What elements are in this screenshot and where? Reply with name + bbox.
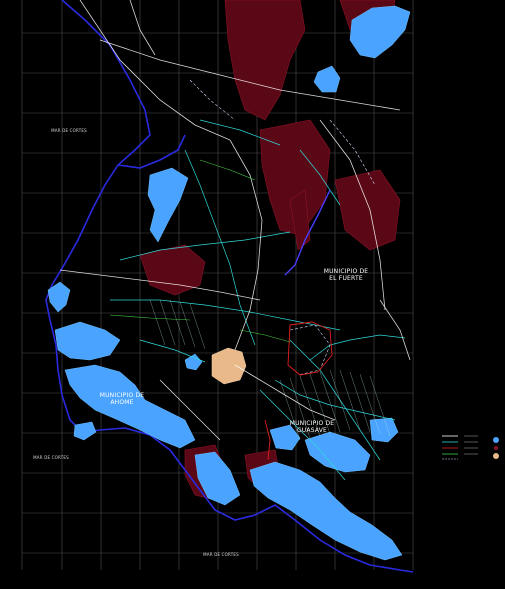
- label-south: MAR DE CORTES: [203, 552, 239, 557]
- legend-urban-symbol: [493, 453, 499, 459]
- label-west: MAR DE CORTES: [51, 128, 87, 133]
- label-municipio-guasave: MUNICIPIO DE GUASAVE: [289, 420, 335, 434]
- label-municipio-ahome: MUNICIPIO DE AHOME: [99, 392, 145, 406]
- label-southwest: MAR DE CORTES: [33, 455, 69, 460]
- legend-water-symbol: [493, 437, 499, 443]
- label-municipio-el-fuerte: MUNICIPIO DE EL FUERTE: [323, 268, 369, 282]
- map-canvas[interactable]: [0, 0, 505, 589]
